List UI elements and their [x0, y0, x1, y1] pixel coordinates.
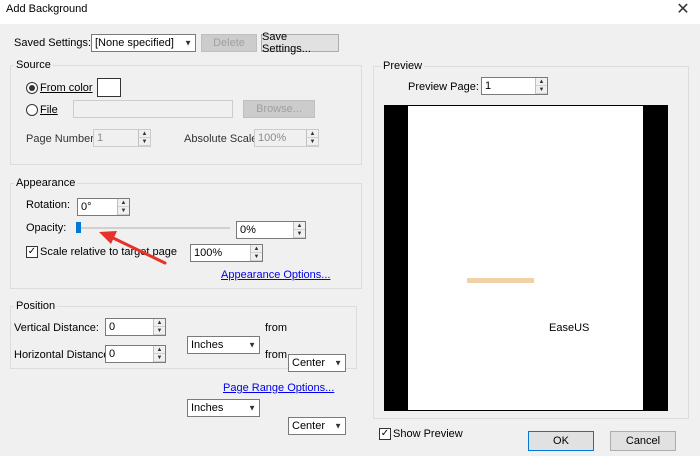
- horizontal-distance-label: Horizontal Distance:: [14, 349, 113, 361]
- vertical-from-value: Center: [292, 357, 326, 369]
- spin-down-icon[interactable]: ▼: [536, 86, 547, 94]
- opacity-spinner[interactable]: 0% ▲ ▼: [236, 221, 306, 239]
- rotation-spinner[interactable]: 0° ▲ ▼: [77, 198, 130, 216]
- preview-page-value: 1: [485, 80, 492, 92]
- vertical-unit-value: Inches: [191, 339, 224, 351]
- opacity-label: Opacity:: [26, 222, 67, 234]
- vertical-distance-value: 0: [109, 321, 116, 333]
- position-group-title: Position: [14, 300, 58, 312]
- horizontal-distance-spinner[interactable]: 0 ▲ ▼: [105, 345, 166, 363]
- spin-up-icon[interactable]: ▲: [139, 130, 150, 138]
- preview-group-title: Preview: [381, 60, 425, 72]
- spin-up-icon[interactable]: ▲: [294, 222, 305, 230]
- scale-relative-spinner[interactable]: 100% ▲ ▼: [190, 244, 263, 262]
- radio-selected-dot: [29, 85, 35, 91]
- preview-page-label: Preview Page:: [408, 81, 479, 93]
- spin-up-icon[interactable]: ▲: [118, 199, 129, 207]
- vertical-unit-select[interactable]: Inches ▼: [187, 336, 260, 354]
- ok-button[interactable]: OK: [528, 431, 594, 451]
- chevron-down-icon: ▼: [334, 358, 342, 368]
- spin-down-icon[interactable]: ▼: [251, 253, 262, 261]
- horizontal-unit-value: Inches: [191, 402, 224, 414]
- page-number-spinner[interactable]: 1 ▲ ▼: [93, 129, 151, 147]
- preview-page-spinner[interactable]: 1 ▲ ▼: [481, 77, 548, 95]
- scale-relative-value: 100%: [194, 247, 223, 259]
- absolute-scale-label: Absolute Scale:: [184, 133, 261, 145]
- spin-down-icon[interactable]: ▼: [154, 327, 165, 335]
- spin-up-icon[interactable]: ▲: [251, 245, 262, 253]
- color-swatch-button[interactable]: [97, 78, 121, 97]
- absolute-scale-value: 100%: [255, 130, 306, 146]
- chevron-down-icon: ▼: [184, 38, 192, 48]
- file-label: File: [40, 104, 58, 116]
- saved-settings-select[interactable]: [None specified] ▼: [91, 34, 196, 52]
- source-group-title: Source: [14, 59, 53, 71]
- saved-settings-label: Saved Settings:: [14, 37, 92, 49]
- spin-up-icon[interactable]: ▲: [154, 346, 165, 354]
- vertical-from-select[interactable]: Center ▼: [288, 354, 346, 372]
- preview-page: [408, 106, 643, 410]
- spin-down-icon[interactable]: ▼: [307, 138, 318, 146]
- spin-up-icon[interactable]: ▲: [154, 319, 165, 327]
- checkmark-icon: ✓: [27, 246, 37, 257]
- rotation-value: 0°: [81, 201, 92, 213]
- annotation-arrow-icon: [99, 231, 167, 265]
- spin-down-icon[interactable]: ▼: [294, 230, 305, 238]
- vertical-distance-label: Vertical Distance:: [14, 322, 99, 334]
- chevron-down-icon: ▼: [248, 403, 256, 413]
- absolute-scale-spinner[interactable]: 100% ▲ ▼: [254, 129, 319, 147]
- window-title: Add Background: [6, 3, 88, 15]
- opacity-value: 0%: [240, 224, 256, 236]
- chevron-down-icon: ▼: [334, 421, 342, 431]
- chevron-down-icon: ▼: [248, 340, 256, 350]
- save-settings-button[interactable]: Save Settings...: [261, 31, 339, 55]
- horizontal-from-value: Center: [292, 420, 326, 432]
- appearance-options-link[interactable]: Appearance Options...: [221, 269, 330, 281]
- page-number-value: 1: [94, 130, 138, 146]
- browse-button[interactable]: Browse...: [243, 100, 315, 118]
- from-color-label: From color: [40, 82, 93, 94]
- horizontal-from-select[interactable]: Center ▼: [288, 417, 346, 435]
- horizontal-from-label: from: [265, 349, 287, 361]
- cancel-button[interactable]: Cancel: [610, 431, 676, 451]
- checkmark-icon: ✓: [380, 428, 390, 439]
- spin-down-icon[interactable]: ▼: [154, 354, 165, 362]
- spin-up-icon[interactable]: ▲: [536, 78, 547, 86]
- preview-page-text: EaseUS: [549, 322, 590, 334]
- show-preview-label: Show Preview: [393, 428, 463, 440]
- vertical-distance-spinner[interactable]: 0 ▲ ▼: [105, 318, 166, 336]
- scale-relative-checkbox[interactable]: ✓: [26, 246, 38, 258]
- page-range-options-link[interactable]: Page Range Options...: [223, 382, 334, 394]
- close-icon[interactable]: ✕: [672, 2, 694, 18]
- saved-settings-value: [None specified]: [95, 37, 174, 49]
- horizontal-unit-select[interactable]: Inches ▼: [187, 399, 260, 417]
- file-radio[interactable]: [26, 104, 38, 116]
- preview-content-strip: [467, 278, 534, 283]
- rotation-label: Rotation:: [26, 199, 71, 211]
- page-number-label: Page Number:: [26, 133, 97, 145]
- horizontal-distance-value: 0: [109, 348, 116, 360]
- spin-down-icon[interactable]: ▼: [118, 207, 129, 215]
- spin-up-icon[interactable]: ▲: [307, 130, 318, 138]
- spin-down-icon[interactable]: ▼: [139, 138, 150, 146]
- opacity-slider-thumb[interactable]: [76, 222, 81, 233]
- vertical-from-label: from: [265, 322, 287, 334]
- delete-button[interactable]: Delete: [201, 34, 257, 52]
- file-path-input[interactable]: [73, 100, 233, 118]
- from-color-radio[interactable]: [26, 82, 38, 94]
- appearance-group-title: Appearance: [14, 177, 78, 189]
- show-preview-checkbox[interactable]: ✓: [379, 428, 391, 440]
